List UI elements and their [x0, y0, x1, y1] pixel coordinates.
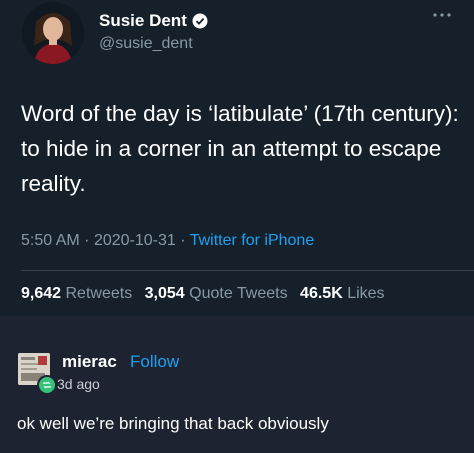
post-text: ok well we’re bringing that back obvious…	[17, 414, 329, 433]
tweet-date[interactable]: 2020-10-31	[94, 232, 176, 249]
tweet-client-link[interactable]: Twitter for iPhone	[190, 232, 315, 249]
meta-separator: ·	[84, 232, 90, 249]
retweets-label: Retweets	[65, 285, 133, 302]
author-handle[interactable]: @susie_dent	[99, 35, 193, 53]
more-horizontal-icon[interactable]	[432, 10, 452, 20]
reblog-post: mierac Follow 3d ago ok well we’re bring…	[0, 316, 474, 453]
post-timestamp: 3d ago	[57, 376, 100, 392]
tweet-stats: 9,642 Retweets 3,054 Quote Tweets 46.5K …	[21, 285, 393, 303]
embedded-tweet: Susie Dent @susie_dent Word of the day i…	[0, 0, 474, 316]
tweet-meta: 5:50 AM · 2020-10-31 · Twitter for iPhon…	[21, 232, 314, 250]
author-name-row: Susie Dent	[99, 11, 208, 31]
verified-badge-icon	[192, 13, 208, 29]
reblog-icon	[37, 375, 57, 395]
author-name[interactable]: Susie Dent	[99, 11, 187, 31]
author-avatar[interactable]	[22, 2, 84, 64]
quote-tweets-count: 3,054	[144, 285, 185, 302]
stats-divider	[21, 270, 474, 271]
quote-tweets-label: Quote Tweets	[189, 285, 288, 302]
meta-separator: ·	[180, 232, 186, 249]
retweets-stat[interactable]: 9,642 Retweets	[21, 285, 137, 302]
tweet-time[interactable]: 5:50 AM	[21, 232, 80, 249]
tweet-text: Word of the day is ‘latibulate’ (17th ce…	[21, 101, 459, 196]
follow-button[interactable]: Follow	[130, 352, 179, 372]
quote-tweets-stat[interactable]: 3,054 Quote Tweets	[145, 285, 292, 302]
retweets-count: 9,642	[21, 285, 62, 302]
reblogger-username[interactable]: mierac	[62, 352, 117, 372]
likes-stat[interactable]: 46.5K Likes	[300, 285, 385, 302]
likes-label: Likes	[347, 285, 385, 302]
likes-count: 46.5K	[300, 285, 343, 302]
